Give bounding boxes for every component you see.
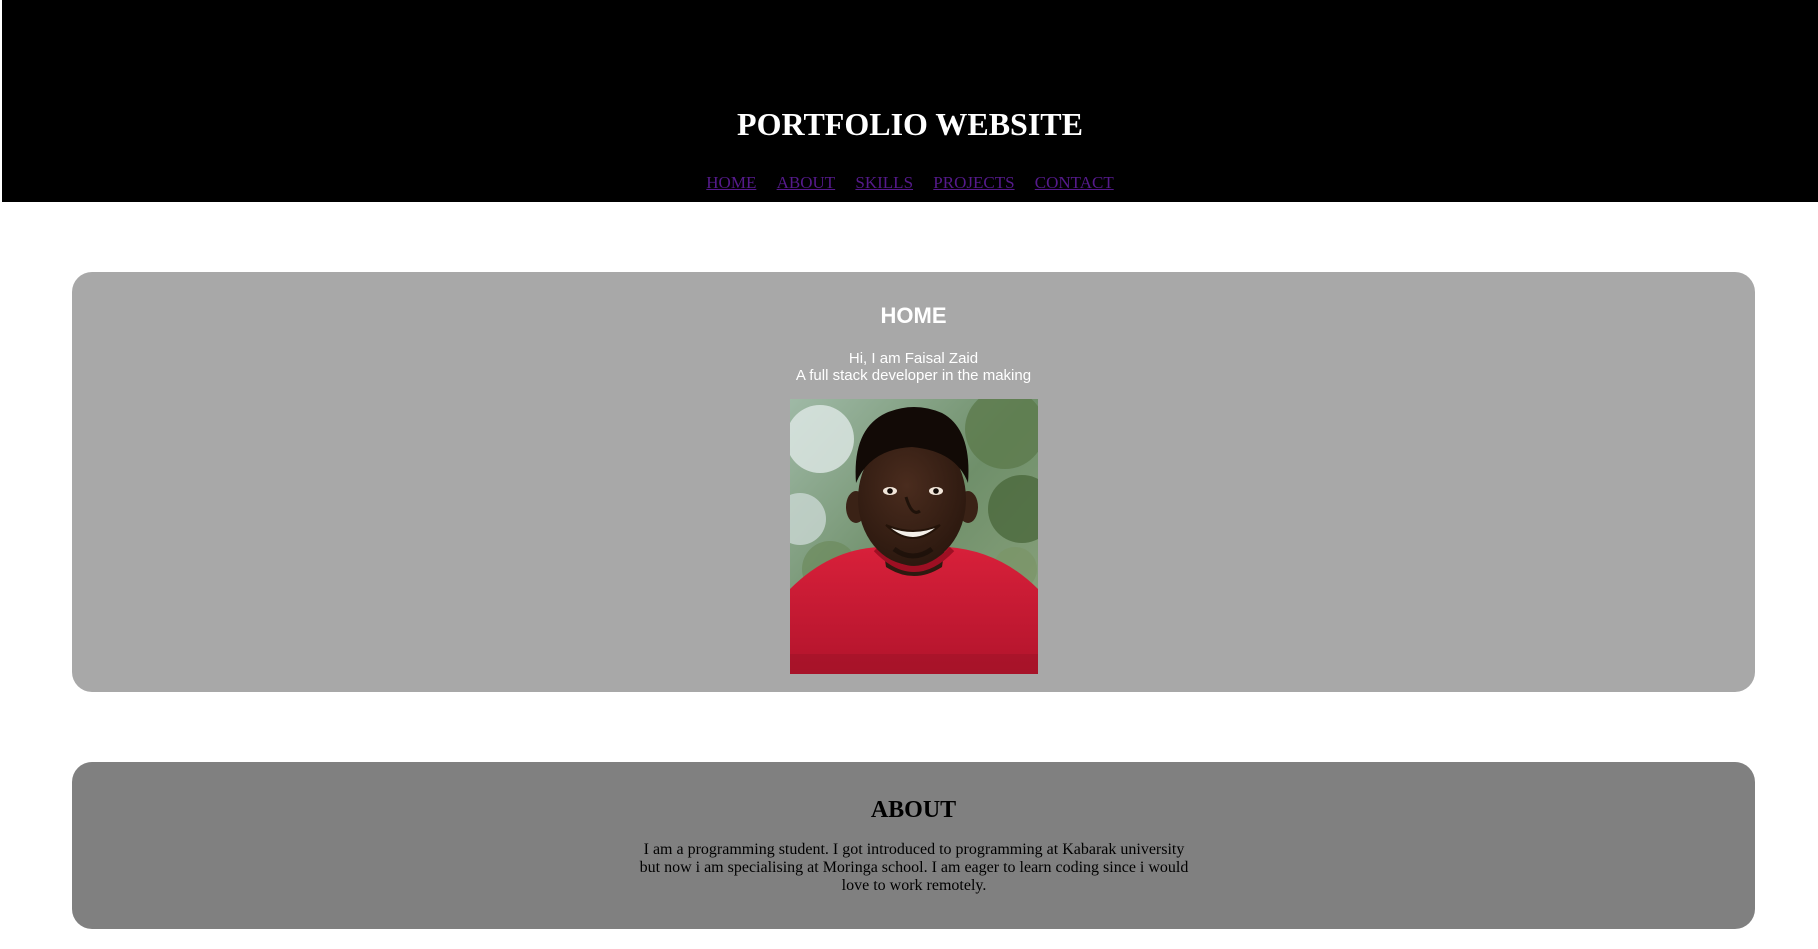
nav-link-skills[interactable]: SKILLS: [855, 173, 913, 192]
home-greeting: Hi, I am Faisal Zaid: [848, 350, 979, 367]
about-section: ABOUT I am a programming student. I got …: [72, 762, 1755, 929]
site-header: PORTFOLIO WEBSITE HOME ABOUT SKILLS PROJ…: [2, 0, 1818, 202]
home-tagline: A full stack developer in the making: [795, 367, 1032, 384]
home-section: HOME Hi, I am Faisal Zaid A full stack d…: [72, 272, 1755, 692]
nav-link-home[interactable]: HOME: [706, 173, 756, 192]
home-intro: Hi, I am Faisal Zaid A full stack develo…: [72, 350, 1755, 384]
about-body: I am a programming student. I got introd…: [639, 841, 1189, 894]
site-title: PORTFOLIO WEBSITE: [737, 106, 1083, 142]
nav-link-about[interactable]: ABOUT: [777, 173, 836, 192]
about-heading: ABOUT: [870, 797, 957, 823]
nav-link-contact[interactable]: CONTACT: [1035, 173, 1114, 192]
home-heading: HOME: [880, 303, 947, 328]
profile-photo: [790, 399, 1038, 674]
nav-link-projects[interactable]: PROJECTS: [933, 173, 1014, 192]
main-nav: HOME ABOUT SKILLS PROJECTS CONTACT: [2, 172, 1818, 194]
